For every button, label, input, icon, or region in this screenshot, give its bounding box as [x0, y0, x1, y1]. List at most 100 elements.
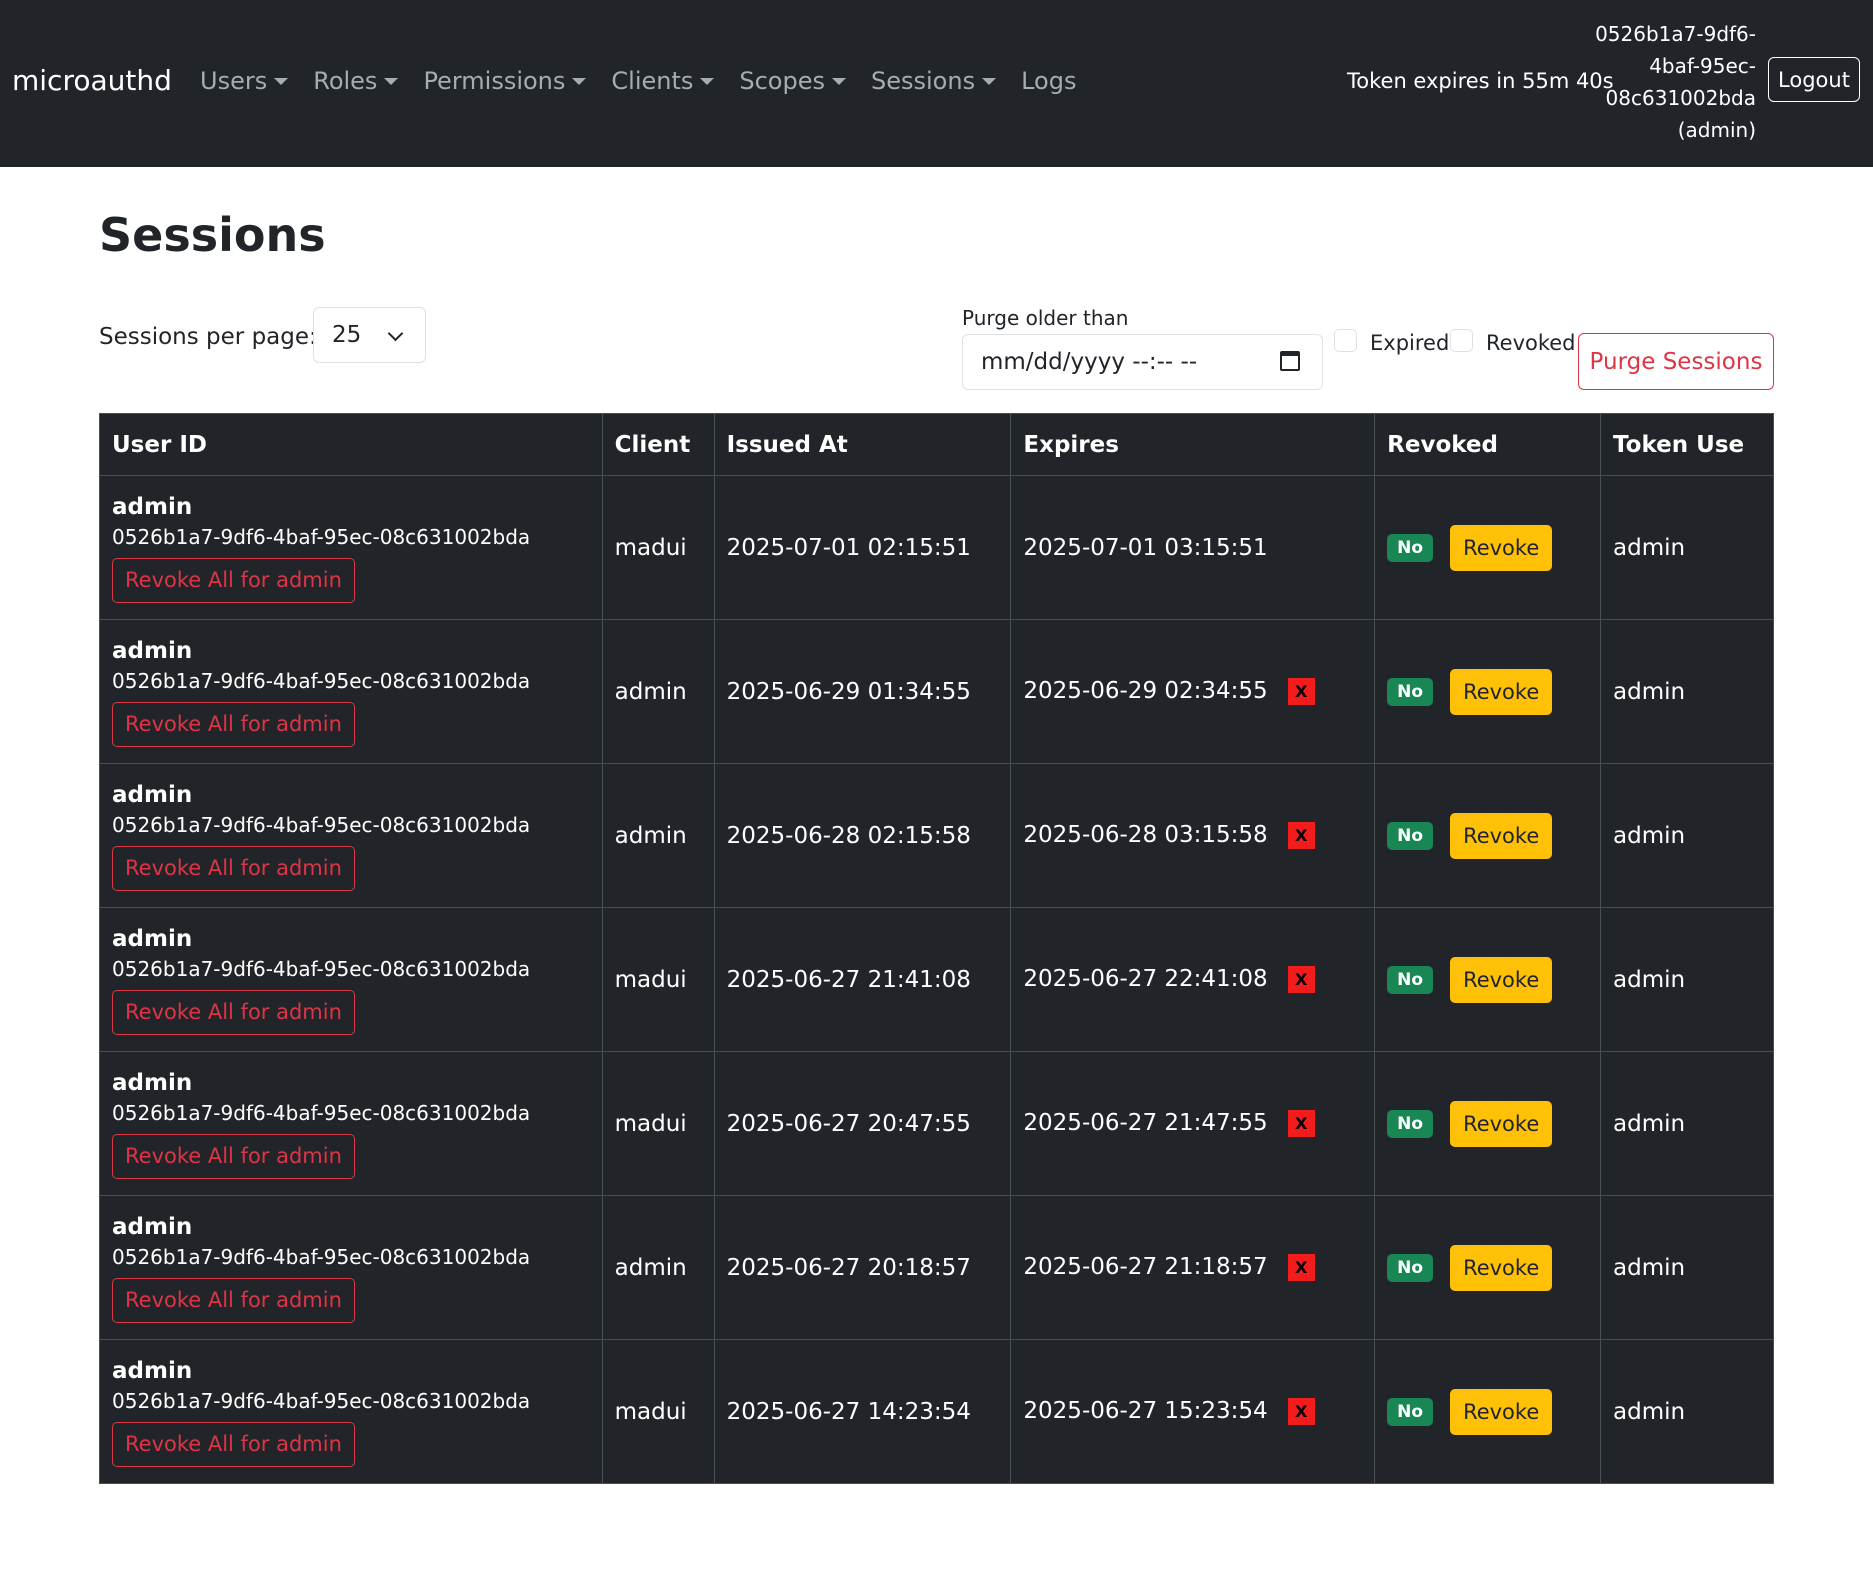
user-id: 0526b1a7-9df6-4baf-95ec-08c631002bda [112, 1245, 531, 1269]
revoke-button[interactable]: Revoke [1450, 1388, 1553, 1435]
cell-expires: 2025-06-27 22:41:08 X [1010, 907, 1376, 1052]
revoked-checkbox-label: Revoked [1486, 331, 1576, 355]
cell-token-use: admin [1600, 619, 1774, 764]
revoked-status-badge: No [1387, 965, 1434, 994]
header-client: Client [601, 413, 715, 476]
revoke-all-button[interactable]: Revoke All for admin [112, 1422, 355, 1467]
header-token-use: Token Use [1600, 413, 1774, 476]
header-revoked: Revoked [1374, 413, 1602, 476]
revoke-all-button[interactable]: Revoke All for admin [112, 1278, 355, 1323]
nav-roles[interactable]: Roles [313, 64, 399, 98]
nav-scopes[interactable]: Scopes [739, 64, 846, 98]
chevron-down-icon [384, 77, 399, 85]
chevron-down-icon [700, 77, 715, 85]
chevron-down-icon [387, 325, 404, 342]
revoked-status-badge: No [1387, 677, 1434, 706]
revoke-all-button[interactable]: Revoke All for admin [112, 702, 355, 747]
purge-sessions-button[interactable]: Purge Sessions [1578, 333, 1774, 390]
user-name: admin [112, 1214, 193, 1240]
revoked-status-badge: No [1387, 533, 1434, 562]
user-id-line: 4baf-95ec- [1649, 54, 1756, 78]
table-row: admin 0526b1a7-9df6-4baf-95ec-08c631002bd… [99, 763, 1774, 908]
cell-user: admin 0526b1a7-9df6-4baf-95ec-08c631002bd… [99, 1339, 603, 1484]
cell-user: admin 0526b1a7-9df6-4baf-95ec-08c631002bd… [99, 907, 603, 1052]
table-row: admin 0526b1a7-9df6-4baf-95ec-08c631002bd… [99, 1339, 1774, 1484]
expires-value: 2025-06-27 22:41:08 [1023, 966, 1268, 992]
cell-client: madui [601, 907, 715, 1052]
cell-issued-at: 2025-06-29 01:34:55 [713, 619, 1012, 764]
chevron-down-icon [832, 77, 846, 85]
cell-expires: 2025-06-27 21:47:55 X [1010, 1051, 1376, 1196]
user-role-line: (admin) [1677, 118, 1756, 142]
calendar-icon[interactable] [1280, 351, 1300, 371]
table-row: admin 0526b1a7-9df6-4baf-95ec-08c631002bd… [99, 475, 1774, 620]
revoke-button[interactable]: Revoke [1450, 1100, 1553, 1147]
revoked-checkbox[interactable] [1450, 329, 1473, 352]
table-header-row: User ID Client Issued At Expires Revoked… [99, 413, 1774, 476]
nav-sessions[interactable]: Sessions [871, 64, 997, 98]
expires-value: 2025-06-27 21:18:57 [1023, 1254, 1268, 1280]
revoke-button[interactable]: Revoke [1450, 1244, 1553, 1291]
cell-client: admin [601, 619, 715, 764]
nav-sessions-label: Sessions [871, 67, 976, 95]
cell-expires: 2025-07-01 03:15:51 [1010, 475, 1376, 620]
cell-user: admin 0526b1a7-9df6-4baf-95ec-08c631002bd… [99, 475, 603, 620]
expires-value: 2025-07-01 03:15:51 [1023, 534, 1268, 561]
x-mark-icon: X [1287, 1254, 1315, 1281]
expired-checkbox[interactable] [1334, 329, 1357, 352]
purge-date-input[interactable]: mm/dd/yyyy --:-- -- [962, 334, 1323, 390]
cell-token-use: admin [1600, 1339, 1774, 1484]
cell-issued-at: 2025-07-01 02:15:51 [713, 475, 1012, 620]
nav-logs[interactable]: Logs [1021, 64, 1076, 98]
table-row: admin 0526b1a7-9df6-4baf-95ec-08c631002bd… [99, 907, 1774, 1052]
nav-clients[interactable]: Clients [611, 64, 715, 98]
revoke-button[interactable]: Revoke [1450, 956, 1553, 1003]
cell-expires: 2025-06-29 02:34:55 X [1010, 619, 1376, 764]
revoke-all-button[interactable]: Revoke All for admin [112, 558, 355, 603]
expires-value: 2025-06-27 15:23:54 [1023, 1398, 1268, 1424]
cell-issued-at: 2025-06-27 20:47:55 [713, 1051, 1012, 1196]
x-mark-icon: X [1287, 966, 1315, 993]
user-name: admin [112, 494, 193, 520]
user-name: admin [112, 1358, 193, 1384]
user-id: 0526b1a7-9df6-4baf-95ec-08c631002bda [112, 669, 531, 693]
nav-permissions[interactable]: Permissions [423, 64, 587, 98]
expires-value: 2025-06-28 03:15:58 [1023, 822, 1268, 848]
page-title: Sessions [99, 208, 326, 262]
revoke-all-button[interactable]: Revoke All for admin [112, 1134, 355, 1179]
table-row: admin 0526b1a7-9df6-4baf-95ec-08c631002bd… [99, 619, 1774, 764]
logout-button[interactable]: Logout [1768, 57, 1860, 102]
table-row: admin 0526b1a7-9df6-4baf-95ec-08c631002bd… [99, 1051, 1774, 1196]
cell-revoked: No Revoke [1374, 475, 1602, 620]
cell-client: madui [601, 1051, 715, 1196]
cell-user: admin 0526b1a7-9df6-4baf-95ec-08c631002bd… [99, 1051, 603, 1196]
brand-link[interactable]: microauthd [12, 62, 172, 100]
revoked-status-badge: No [1387, 1397, 1434, 1426]
per-page-select[interactable]: 25 [313, 307, 426, 363]
revoke-button[interactable]: Revoke [1450, 524, 1553, 571]
user-name: admin [112, 638, 193, 664]
revoke-all-button[interactable]: Revoke All for admin [112, 990, 355, 1035]
purge-date-placeholder: mm/dd/yyyy --:-- -- [981, 349, 1198, 375]
cell-client: madui [601, 1339, 715, 1484]
x-mark-icon: X [1287, 678, 1315, 705]
table-row: admin 0526b1a7-9df6-4baf-95ec-08c631002bd… [99, 1195, 1774, 1340]
navbar: microauthd Users Roles Permissions Clien… [0, 0, 1873, 167]
revoke-all-button[interactable]: Revoke All for admin [112, 846, 355, 891]
cell-issued-at: 2025-06-28 02:15:58 [713, 763, 1012, 908]
chevron-down-icon [274, 77, 289, 85]
cell-token-use: admin [1600, 1195, 1774, 1340]
nav-menu: Users Roles Permissions Clients Scopes S… [200, 64, 1101, 98]
cell-client: madui [601, 475, 715, 620]
revoke-button[interactable]: Revoke [1450, 668, 1553, 715]
cell-token-use: admin [1600, 475, 1774, 620]
nav-users[interactable]: Users [200, 64, 289, 98]
purge-older-than-label: Purge older than [962, 306, 1129, 330]
cell-user: admin 0526b1a7-9df6-4baf-95ec-08c631002bd… [99, 619, 603, 764]
user-id-line: 0526b1a7-9df6- [1595, 22, 1756, 46]
nav-users-label: Users [200, 67, 268, 95]
cell-expires: 2025-06-27 21:18:57 X [1010, 1195, 1376, 1340]
per-page-label: Sessions per page: [99, 324, 317, 350]
chevron-down-icon [572, 77, 587, 85]
revoke-button[interactable]: Revoke [1450, 812, 1553, 859]
